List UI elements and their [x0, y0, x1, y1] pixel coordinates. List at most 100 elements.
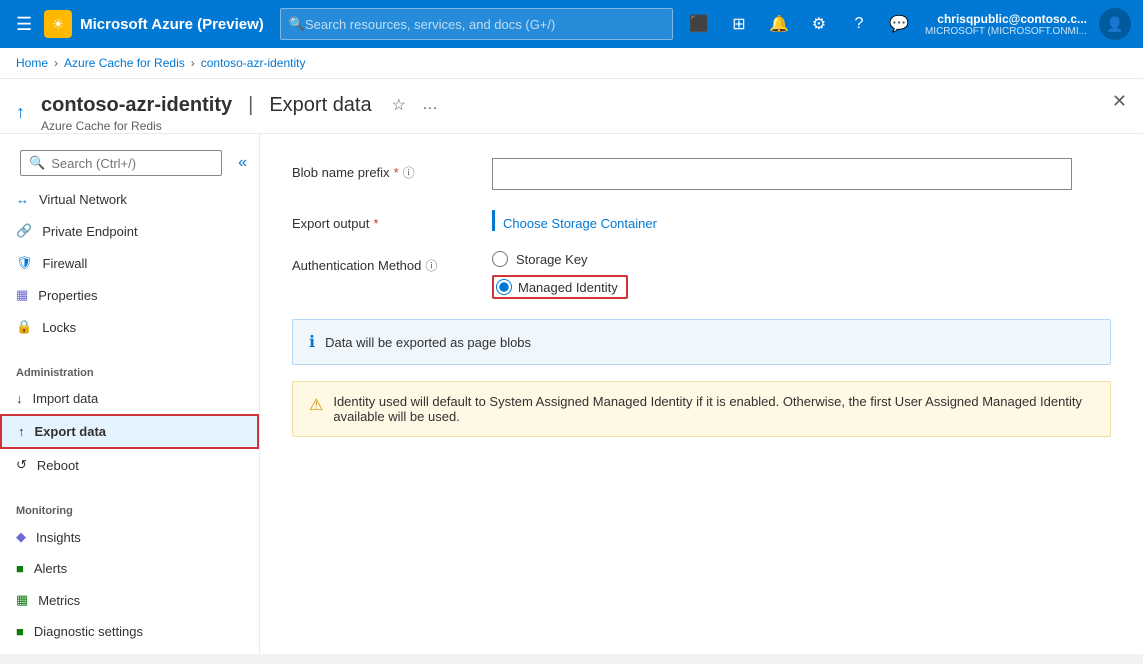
sidebar-item-firewall[interactable]: 🛡 Firewall	[0, 247, 259, 279]
sidebar-label-firewall: Firewall	[43, 256, 88, 271]
global-search[interactable]: 🔍	[280, 8, 673, 40]
azure-logo: ☀	[44, 10, 72, 38]
sidebar-label-virtual-network: Virtual Network	[39, 192, 127, 207]
import-icon: ↓	[16, 391, 23, 406]
sidebar-item-properties[interactable]: ▦ Properties	[0, 279, 259, 311]
choose-storage-link[interactable]: Choose Storage Container	[492, 210, 657, 231]
sidebar: 🔍 « ↔ Virtual Network 🔗 Private Endpoint…	[0, 134, 260, 654]
radio-storage-key[interactable]: Storage Key	[492, 251, 1111, 267]
close-button[interactable]: ✕	[1112, 91, 1127, 112]
search-input[interactable]	[305, 17, 664, 32]
export-output-control: Choose Storage Container	[492, 210, 1111, 231]
sidebar-label-alerts: Alerts	[34, 561, 67, 576]
app-title: Microsoft Azure (Preview)	[80, 16, 264, 33]
info-banner-text: Data will be exported as page blobs	[325, 335, 531, 350]
breadcrumb: Home › Azure Cache for Redis › contoso-a…	[0, 48, 1143, 79]
topbar-icons: ⬛ ⊞ 🔔 ⚙ ? 💬 chrisqpublic@contoso.c... MI…	[681, 6, 1131, 42]
radio-managed-identity[interactable]: Managed Identity	[492, 275, 1111, 299]
sidebar-search-input[interactable]	[51, 156, 213, 171]
breadcrumb-resource[interactable]: contoso-azr-identity	[201, 56, 306, 70]
breadcrumb-sep-1: ›	[54, 56, 58, 70]
warning-banner-text: Identity used will default to System Ass…	[333, 394, 1094, 424]
panel-name: Export data	[269, 94, 371, 117]
sidebar-item-private-endpoint[interactable]: 🔗 Private Endpoint	[0, 215, 259, 247]
sidebar-search-icon: 🔍	[29, 155, 45, 171]
vnet-icon: ↔	[16, 192, 29, 207]
metrics-icon: ▦	[16, 592, 28, 608]
storage-key-radio[interactable]	[492, 251, 508, 267]
alerts-icon: ■	[16, 561, 24, 576]
sidebar-item-insights[interactable]: ◆ Insights	[0, 521, 259, 553]
notifications-icon[interactable]: 🔔	[761, 6, 797, 42]
managed-identity-radio[interactable]	[496, 279, 512, 295]
settings-icon[interactable]: ⚙	[801, 6, 837, 42]
export-panel: Blob name prefix * ⓘ Export output * Cho…	[260, 134, 1143, 654]
back-button[interactable]: ↑	[16, 102, 25, 123]
header-actions: ☆ …	[388, 91, 442, 119]
blob-prefix-row: Blob name prefix * ⓘ	[292, 158, 1111, 190]
more-options-icon[interactable]: …	[418, 92, 442, 118]
cloud-shell-icon[interactable]: ⬛	[681, 6, 717, 42]
favorite-icon[interactable]: ☆	[388, 91, 410, 119]
sidebar-item-locks[interactable]: 🔒 Locks	[0, 311, 259, 343]
blob-prefix-info-icon[interactable]: ⓘ	[403, 164, 415, 181]
user-profile[interactable]: chrisqpublic@contoso.c... MICROSOFT (MIC…	[925, 12, 1087, 37]
page-header: ↑ contoso-azr-identity | Export data ☆ ……	[0, 79, 1143, 134]
sidebar-collapse-button[interactable]: «	[234, 150, 251, 176]
auth-radio-group: Storage Key Managed Identity	[492, 251, 1111, 299]
export-output-row: Export output * Choose Storage Container	[292, 210, 1111, 231]
auth-method-control: Storage Key Managed Identity	[492, 251, 1111, 299]
properties-icon: ▦	[16, 287, 28, 303]
sidebar-item-advisor[interactable]: ◆ Advisor recommendations	[0, 647, 259, 654]
insights-icon: ◆	[16, 529, 26, 545]
sidebar-label-insights: Insights	[36, 530, 81, 545]
info-banner-icon: ℹ	[309, 332, 315, 352]
sidebar-item-metrics[interactable]: ▦ Metrics	[0, 584, 259, 616]
sidebar-item-reboot[interactable]: ↺ Reboot	[0, 449, 259, 481]
blob-prefix-control	[492, 158, 1111, 190]
sidebar-label-metrics: Metrics	[38, 593, 80, 608]
header-separator: |	[248, 94, 253, 117]
endpoint-icon: 🔗	[16, 223, 32, 239]
sidebar-label-export-data: Export data	[35, 424, 107, 439]
warning-icon: ⚠	[309, 395, 323, 415]
portal-menu-icon[interactable]: ⊞	[721, 6, 757, 42]
breadcrumb-home[interactable]: Home	[16, 56, 48, 70]
export-icon: ↑	[18, 424, 25, 439]
warning-banner: ⚠ Identity used will default to System A…	[292, 381, 1111, 437]
sidebar-search[interactable]: 🔍	[20, 150, 222, 176]
sidebar-item-alerts[interactable]: ■ Alerts	[0, 553, 259, 584]
sidebar-item-import-data[interactable]: ↓ Import data	[0, 383, 259, 414]
sidebar-label-private-endpoint: Private Endpoint	[42, 224, 137, 239]
sidebar-label-locks: Locks	[42, 320, 76, 335]
sidebar-label-properties: Properties	[38, 288, 97, 303]
auth-method-row: Authentication Method ⓘ Storage Key Mana…	[292, 251, 1111, 299]
resource-subtitle: Azure Cache for Redis	[41, 119, 442, 133]
sidebar-item-virtual-network[interactable]: ↔ Virtual Network	[0, 184, 259, 215]
main-layout: 🔍 « ↔ Virtual Network 🔗 Private Endpoint…	[0, 134, 1143, 654]
resource-name: contoso-azr-identity	[41, 94, 232, 117]
export-output-label: Export output *	[292, 210, 492, 231]
sidebar-item-export-data[interactable]: ↑ Export data	[0, 414, 259, 449]
auth-method-info-icon[interactable]: ⓘ	[425, 257, 437, 274]
help-icon[interactable]: ?	[841, 6, 877, 42]
managed-identity-highlight: Managed Identity	[492, 275, 628, 299]
topbar: ☰ ☀ Microsoft Azure (Preview) 🔍 ⬛ ⊞ 🔔 ⚙ …	[0, 0, 1143, 48]
diag-icon: ■	[16, 624, 24, 639]
reboot-icon: ↺	[16, 457, 27, 473]
blob-prefix-input[interactable]	[492, 158, 1072, 190]
breadcrumb-service[interactable]: Azure Cache for Redis	[64, 56, 185, 70]
firewall-icon: 🛡	[16, 255, 33, 271]
locks-icon: 🔒	[16, 319, 32, 335]
user-name: chrisqpublic@contoso.c...	[937, 12, 1087, 26]
user-avatar[interactable]: 👤	[1099, 8, 1131, 40]
feedback-icon[interactable]: 💬	[881, 6, 917, 42]
export-output-required: *	[373, 216, 378, 231]
managed-identity-label: Managed Identity	[518, 280, 618, 295]
hamburger-menu[interactable]: ☰	[12, 10, 36, 39]
breadcrumb-sep-2: ›	[191, 56, 195, 70]
blob-prefix-label: Blob name prefix * ⓘ	[292, 158, 492, 181]
info-banner: ℹ Data will be exported as page blobs	[292, 319, 1111, 365]
sidebar-label-diagnostic-settings: Diagnostic settings	[34, 624, 143, 639]
sidebar-item-diagnostic-settings[interactable]: ■ Diagnostic settings	[0, 616, 259, 647]
